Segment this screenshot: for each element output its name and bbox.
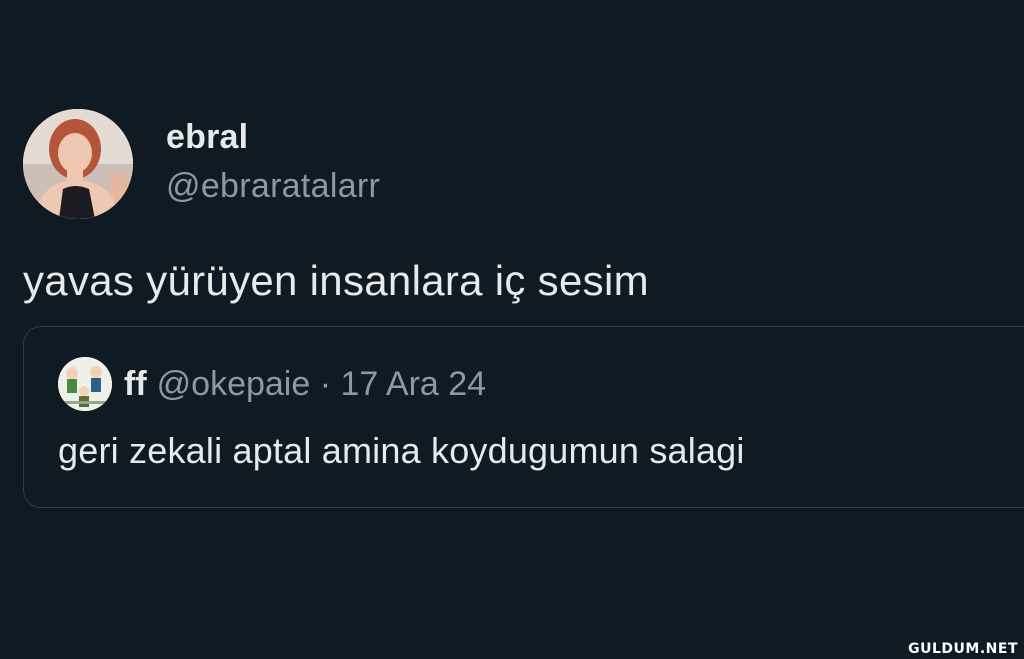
- quoted-author-handle[interactable]: @okepaie: [157, 365, 311, 403]
- profile-photo-icon: [23, 109, 133, 219]
- tweet-text: yavas yürüyen insanlara iç sesim: [23, 257, 649, 304]
- tweet-card: ebral @ebraratalarr yavas yürüyen insanl…: [0, 0, 1024, 659]
- quoted-tweet-header: ff @okepaie · 17 Ara 24: [124, 365, 486, 404]
- site-watermark: GULDUM.NET: [908, 641, 1018, 657]
- cartoon-characters-avatar-icon: [58, 357, 112, 411]
- quoted-tweet-date[interactable]: 17 Ara 24: [341, 365, 487, 403]
- meta-separator: ·: [319, 365, 332, 403]
- quoted-author-display-name[interactable]: ff: [124, 365, 147, 403]
- author-avatar[interactable]: [23, 109, 133, 219]
- author-handle[interactable]: @ebraratalarr: [166, 167, 380, 206]
- author-display-name[interactable]: ebral: [166, 118, 248, 157]
- quoted-author-avatar[interactable]: [58, 357, 112, 411]
- quoted-tweet[interactable]: ff @okepaie · 17 Ara 24 geri zekali aptal…: [23, 326, 1024, 508]
- quoted-tweet-text: geri zekali aptal amina koydugumun salag…: [58, 430, 745, 471]
